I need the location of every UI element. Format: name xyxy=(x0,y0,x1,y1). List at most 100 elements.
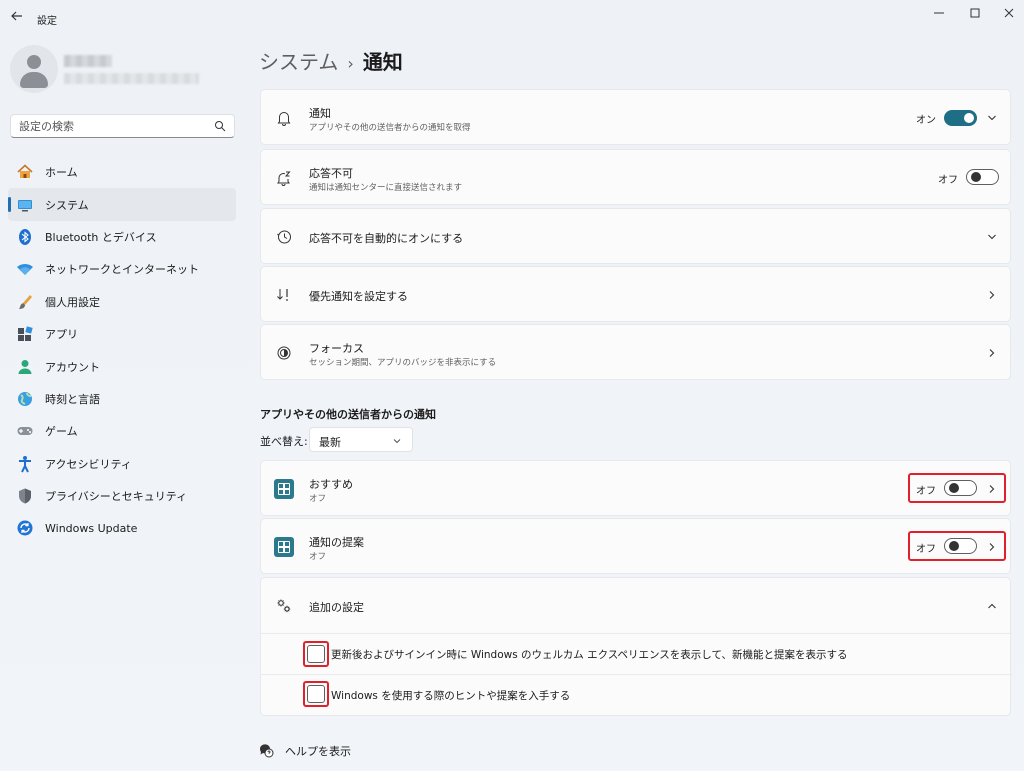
search-box[interactable] xyxy=(10,114,235,138)
active-indicator xyxy=(8,197,11,213)
sidebar-item-label: プライバシーとセキュリティ xyxy=(45,490,188,504)
page-title: 通知 xyxy=(362,50,403,74)
home-icon xyxy=(16,163,34,181)
card-title: おすすめ xyxy=(309,478,353,491)
chevron-right-icon[interactable] xyxy=(986,289,998,301)
notifications-card[interactable]: 通知 アプリやその他の送信者からの通知を取得 オン xyxy=(260,89,1011,145)
close-button[interactable] xyxy=(1000,6,1018,20)
bluetooth-icon xyxy=(16,228,34,246)
card-title: 応答不可を自動的にオンにする xyxy=(309,232,464,245)
card-subtitle: オフ xyxy=(309,552,327,562)
sidebar-item-label: Bluetooth とデバイス xyxy=(45,230,157,244)
highlight-box xyxy=(303,681,329,707)
checkbox-label: Windows を使用する際のヒントや提案を入手する xyxy=(331,690,571,702)
chevron-up-icon[interactable] xyxy=(986,600,998,612)
toggle-knob xyxy=(964,113,974,123)
chevron-down-icon[interactable] xyxy=(986,112,998,124)
account-icon xyxy=(16,358,34,376)
globe-icon xyxy=(16,390,34,408)
brush-icon xyxy=(16,293,34,311)
focus-icon xyxy=(275,344,293,362)
sidebar-item-label: アプリ xyxy=(45,328,78,342)
chevron-down-icon xyxy=(392,435,402,449)
checkbox-label: 更新後およびサインイン時に Windows のウェルカム エクスペリエンスを表示… xyxy=(331,649,848,661)
sidebar-item-personalization[interactable]: 個人用設定 xyxy=(8,286,236,318)
app-title: 設定 xyxy=(37,16,57,27)
sort-label: 並べ替え: xyxy=(260,435,308,448)
apps-icon xyxy=(16,325,34,343)
update-icon xyxy=(16,519,34,537)
accessibility-icon xyxy=(16,455,34,473)
card-subtitle: 通知は通知センターに直接送信されます xyxy=(309,183,463,193)
bell-icon xyxy=(275,109,293,127)
sidebar-item-network[interactable]: ネットワークとインターネット xyxy=(8,253,236,285)
sort-value: 最新 xyxy=(319,436,341,449)
toggle-knob xyxy=(971,172,981,182)
sidebar-item-label: 時刻と言語 xyxy=(45,392,100,406)
minimize-button[interactable] xyxy=(930,6,948,20)
bell-snooze-icon xyxy=(275,169,293,187)
title-bar: 設定 xyxy=(0,0,1024,38)
do-not-disturb-card: 応答不可 通知は通知センターに直接送信されます オフ xyxy=(260,149,1011,205)
sidebar-item-bluetooth[interactable]: Bluetooth とデバイス xyxy=(8,221,236,253)
card-title: フォーカス xyxy=(309,342,364,355)
section-title: アプリやその他の送信者からの通知 xyxy=(260,408,436,421)
sidebar-item-apps[interactable]: アプリ xyxy=(8,318,236,350)
gamepad-icon xyxy=(16,422,34,440)
sidebar-item-accessibility[interactable]: アクセシビリティ xyxy=(8,448,236,480)
divider xyxy=(261,674,1012,675)
sidebar-item-privacy[interactable]: プライバシーとセキュリティ xyxy=(8,480,236,512)
app-tile-icon xyxy=(274,537,294,557)
app-card-suggestions[interactable]: 通知の提案 オフ オフ xyxy=(260,518,1011,574)
priority-notifications-card[interactable]: 優先通知を設定する xyxy=(260,266,1011,322)
auto-dnd-card[interactable]: 応答不可を自動的にオンにする xyxy=(260,208,1011,264)
gears-icon xyxy=(275,597,293,615)
sidebar-item-label: アカウント xyxy=(45,360,100,374)
sidebar-item-windows-update[interactable]: Windows Update xyxy=(8,512,236,544)
maximize-button[interactable] xyxy=(966,6,984,20)
shield-icon xyxy=(16,487,34,505)
sidebar-item-system[interactable]: システム xyxy=(8,188,236,221)
sidebar-item-home[interactable]: ホーム xyxy=(8,156,236,188)
avatar-body xyxy=(20,72,48,88)
breadcrumb-separator: › xyxy=(347,54,354,73)
dnd-toggle[interactable] xyxy=(966,169,999,185)
chevron-right-icon[interactable] xyxy=(986,347,998,359)
back-arrow-icon[interactable] xyxy=(8,9,26,27)
divider xyxy=(261,633,1012,634)
focus-card[interactable]: フォーカス セッション期間、アプリのバッジを非表示にする xyxy=(260,324,1011,380)
sidebar-item-label: 個人用設定 xyxy=(45,295,100,309)
search-icon[interactable] xyxy=(214,120,226,132)
toggle-state-label: オン xyxy=(916,115,936,126)
toggle-state-label: オフ xyxy=(938,175,958,186)
sidebar-item-accounts[interactable]: アカウント xyxy=(8,350,236,382)
card-title: 通知の提案 xyxy=(309,536,364,549)
sidebar-item-label: アクセシビリティ xyxy=(45,457,132,471)
app-tile-icon xyxy=(274,479,294,499)
system-icon xyxy=(16,196,34,214)
sidebar-item-label: ゲーム xyxy=(45,425,78,439)
main-content: システム › 通知 通知 アプリやその他の送信者からの通知を取得 オン 応答不可 通… xyxy=(245,38,1024,771)
breadcrumb-parent[interactable]: システム xyxy=(259,50,338,74)
card-title: 応答不可 xyxy=(309,167,353,180)
search-input[interactable] xyxy=(19,118,209,134)
avatar[interactable] xyxy=(10,45,58,93)
wifi-icon xyxy=(16,260,34,278)
highlight-box xyxy=(908,473,1006,503)
notifications-toggle[interactable] xyxy=(944,110,977,126)
user-name-redacted xyxy=(64,55,112,67)
breadcrumb: システム › 通知 xyxy=(259,46,403,75)
sidebar-item-label: システム xyxy=(45,198,89,212)
highlight-box xyxy=(908,531,1006,561)
card-title: 追加の設定 xyxy=(309,601,364,614)
sort-dropdown[interactable]: 最新 xyxy=(309,427,413,452)
app-card-recommended[interactable]: おすすめ オフ オフ xyxy=(260,460,1011,516)
chevron-down-icon[interactable] xyxy=(986,231,998,243)
sidebar-item-time-language[interactable]: 時刻と言語 xyxy=(8,383,236,415)
user-email-redacted xyxy=(64,73,199,84)
sidebar-nav: ホーム システム Bluetooth とデバイス ネットワークとインターネット … xyxy=(8,156,236,545)
help-link[interactable]: ヘルプを表示 xyxy=(285,743,351,759)
sidebar-item-gaming[interactable]: ゲーム xyxy=(8,415,236,447)
card-subtitle: オフ xyxy=(309,494,327,504)
card-subtitle: セッション期間、アプリのバッジを非表示にする xyxy=(309,358,497,368)
